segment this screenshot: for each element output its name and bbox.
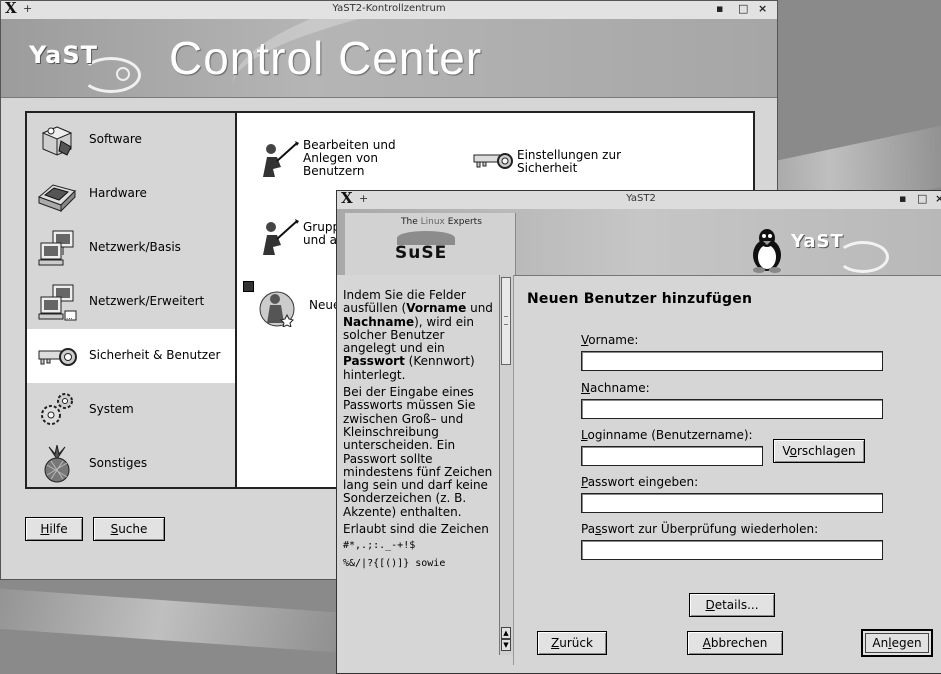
help-text: Indem Sie die Felder ausfüllen (Vorname … <box>343 288 497 570</box>
category-label: Sonstiges <box>89 456 148 470</box>
help-paragraph: Indem Sie die Felder ausfüllen (Vorname … <box>343 288 493 382</box>
close-icon[interactable]: × <box>935 192 941 205</box>
minimize-icon[interactable]: ▪ <box>716 2 723 15</box>
dialog-banner: The Linux Experts SuSE YaST <box>337 209 941 276</box>
tux-penguin-icon <box>753 229 781 273</box>
help-button[interactable]: Hilfe <box>25 517 83 541</box>
category-label: Software <box>89 132 142 146</box>
yast-logo-text: YaST <box>791 231 844 252</box>
suse-logo: SuSE <box>395 243 448 263</box>
yast-logo-bubble <box>837 241 889 273</box>
gears-icon <box>41 393 73 425</box>
scrollbar-thumb[interactable] <box>501 277 511 365</box>
loginname-label: Loginname (Benutzername): <box>581 428 753 442</box>
abort-button[interactable]: Abbrechen <box>687 631 783 655</box>
category-software[interactable]: Software <box>27 113 235 167</box>
category-label: Hardware <box>89 186 147 200</box>
category-label: Netzwerk/Erweitert <box>89 294 205 308</box>
category-misc[interactable]: Sonstiges <box>27 437 235 491</box>
module-new-user[interactable]: Neue <box>243 281 343 331</box>
key-icon <box>473 153 513 169</box>
banner-title: Control Center <box>169 32 483 84</box>
search-button[interactable]: Suche <box>93 517 165 541</box>
svg-text:...: ... <box>66 313 73 321</box>
password-repeat-field[interactable] <box>581 540 883 560</box>
password-repeat-label: Passwort zur Überprüfung wiederholen: <box>581 522 819 536</box>
lastname-field[interactable] <box>581 399 883 419</box>
group-edit-icon <box>263 219 299 255</box>
category-label: Sicherheit & Benutzer <box>89 348 221 362</box>
key-icon <box>38 348 77 366</box>
create-button[interactable]: Anlegen <box>861 629 933 657</box>
firstname-field[interactable] <box>581 351 883 371</box>
module-user-edit[interactable]: Bearbeiten und Anlegen von Benutzern <box>259 139 439 183</box>
module-security-settings[interactable]: Einstellungen zur Sicherheit <box>473 143 653 183</box>
maximize-icon[interactable]: □ <box>738 2 748 15</box>
details-button[interactable]: Details... <box>689 593 775 617</box>
category-system[interactable]: System <box>27 383 235 437</box>
help-paragraph: Erlaubt sind die Zeichen <box>343 522 489 537</box>
network-advanced-icon: ... <box>38 284 77 321</box>
lastname-label: Nachname: <box>581 381 650 395</box>
category-network-advanced[interactable]: ... Netzwerk/Erweitert <box>27 275 235 329</box>
password-field[interactable] <box>581 493 883 513</box>
hardware-scanner-icon <box>38 184 76 213</box>
loginname-field[interactable] <box>581 446 763 466</box>
yast-logo-dot <box>116 67 130 81</box>
dialog-title: YaST2 <box>626 193 656 204</box>
minimize-icon[interactable]: ▪ <box>899 192 906 205</box>
firstname-label: Vorname: <box>581 333 639 347</box>
network-computer-icon <box>38 230 74 266</box>
scroll-down-icon[interactable]: ▼ <box>501 639 511 651</box>
dialog-titlebar[interactable]: X + YaST2 ▪ □ × <box>337 189 941 210</box>
category-label: Netzwerk/Basis <box>89 240 181 254</box>
maximize-icon[interactable]: □ <box>917 192 927 205</box>
close-icon[interactable]: × <box>758 2 767 15</box>
category-list: Software Hardware Netzwerk/Basis ... Net… <box>25 111 235 489</box>
yast-logo-text: YaST <box>29 41 99 69</box>
control-center-banner: YaST Control Center <box>1 19 777 98</box>
scroll-up-icon[interactable]: ▲ <box>501 627 511 639</box>
help-panel: Indem Sie die Felder ausfüllen (Vorname … <box>337 275 514 665</box>
category-label: System <box>89 402 134 416</box>
help-chars: #*,.;:._-+!$ <box>343 540 416 552</box>
small-badge-icon <box>243 281 254 292</box>
help-scrollbar[interactable]: ▲ ▼ <box>499 275 513 655</box>
new-user-icon <box>259 291 295 327</box>
add-user-dialog: X + YaST2 ▪ □ × The Linux Experts SuSE Y… <box>336 189 941 674</box>
user-edit-icon <box>263 141 299 177</box>
dialog-yast-logo: YaST <box>791 227 911 273</box>
desktop-streak <box>0 586 361 654</box>
main-window-title: YaST2-Kontrollzentrum <box>332 3 446 14</box>
back-button[interactable]: Zurück <box>537 631 607 655</box>
module-label: Bearbeiten und Anlegen von Benutzern <box>303 138 396 178</box>
software-package-icon <box>41 126 73 156</box>
module-group-edit[interactable]: Grupp und a <box>259 217 341 257</box>
category-hardware[interactable]: Hardware <box>27 167 235 221</box>
module-label: Grupp und a <box>303 220 341 247</box>
main-titlebar[interactable]: X + YaST2-Kontrollzentrum ▪ □ × <box>1 0 777 20</box>
help-paragraph: Bei der Eingabe eines Passworts müssen S… <box>343 385 493 519</box>
suse-tagline: The Linux Experts <box>401 217 482 227</box>
password-label: Passwort eingeben: <box>581 475 699 489</box>
pineapple-icon <box>44 445 70 483</box>
form-title: Neuen Benutzer hinzufügen <box>527 291 753 307</box>
module-label: Einstellungen zur Sicherheit <box>517 148 621 175</box>
help-chars: %&/|?{[()]} sowie <box>343 557 446 569</box>
category-security-users[interactable]: Sicherheit & Benutzer <box>27 329 235 383</box>
category-network-basic[interactable]: Netzwerk/Basis <box>27 221 235 275</box>
suse-logo-box: The Linux Experts SuSE <box>345 213 516 275</box>
suggest-button[interactable]: Vorschlagen <box>773 439 865 463</box>
yast-logo: YaST <box>23 39 143 93</box>
